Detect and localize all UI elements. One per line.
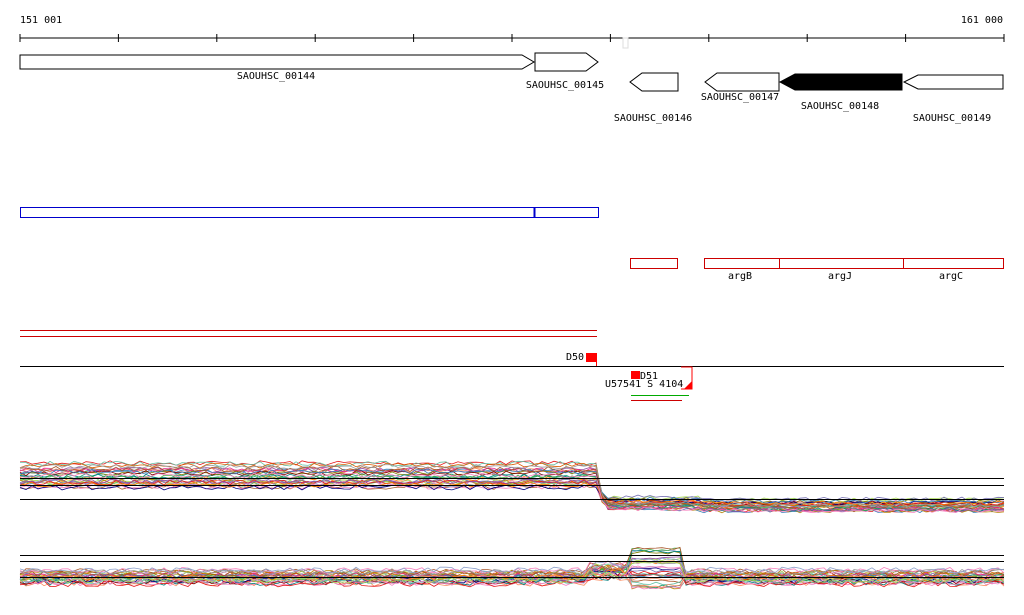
- gene-name-box-unnamed[interactable]: [630, 258, 678, 269]
- gene-name-box-argc[interactable]: [903, 258, 1004, 269]
- genome-track-canvas: 151 001 161 000 SAOUHSC_00144 SAOUHSC_00…: [19, 15, 1005, 590]
- gene-name-argj: argJ: [828, 271, 852, 282]
- gene-arrow-saouhsc-00148[interactable]: [778, 73, 903, 91]
- ruler-position-marker: [622, 37, 629, 49]
- gene-arrow-saouhsc-00149[interactable]: [902, 74, 1004, 90]
- red-line-track: [20, 330, 597, 337]
- gene-arrow-saouhsc-00147[interactable]: [704, 72, 780, 92]
- gene-track: SAOUHSC_00144 SAOUHSC_00145 SAOUHSC_0014…: [19, 52, 1004, 124]
- gene-arrow-saouhsc-00144[interactable]: [19, 54, 535, 70]
- gene-name-box-argb[interactable]: [704, 258, 780, 269]
- feature-d50-marker[interactable]: [586, 353, 596, 362]
- gene-name-box-argj[interactable]: [779, 258, 904, 269]
- operon-track: [20, 207, 599, 218]
- feature-bracket-arrow: [684, 381, 692, 389]
- gene-label-saouhsc-00146: SAOUHSC_00146: [614, 113, 692, 124]
- gene-label-saouhsc-00147: SAOUHSC_00147: [701, 92, 779, 103]
- expression-profile-track-1: [19, 460, 1005, 514]
- gene-arrow-saouhsc-00146[interactable]: [629, 72, 679, 92]
- ruler-start-label: 151 001: [20, 15, 62, 26]
- gene-arrow-saouhsc-00145[interactable]: [534, 52, 599, 72]
- gene-label-saouhsc-00144: SAOUHSC_00144: [237, 71, 315, 82]
- gene-name-argc: argC: [939, 271, 963, 282]
- expression-series-line: [19, 479, 1005, 503]
- feature-track: D50 D51 U57541 S 4104: [20, 352, 1004, 401]
- operon-box[interactable]: [20, 207, 599, 218]
- ruler-end-label: 161 000: [961, 15, 1003, 26]
- gene-name-argb: argB: [728, 271, 752, 282]
- coordinate-ruler: 151 001 161 000: [19, 15, 1005, 49]
- gene-label-saouhsc-00148: SAOUHSC_00148: [801, 101, 879, 112]
- gene-label-saouhsc-00149: SAOUHSC_00149: [913, 113, 991, 124]
- gene-name-track: argB argJ argC: [630, 258, 1004, 282]
- feature-d51-marker[interactable]: [631, 371, 640, 379]
- feature-d50-label: D50: [566, 352, 584, 363]
- gene-label-saouhsc-00145: SAOUHSC_00145: [526, 80, 604, 91]
- expression-profile-track-2: [19, 546, 1005, 590]
- genome-browser-viewer: 151 001 161 000 SAOUHSC_00144 SAOUHSC_00…: [0, 0, 1024, 611]
- feature-overlap-label: U57541 S 4104: [605, 379, 683, 390]
